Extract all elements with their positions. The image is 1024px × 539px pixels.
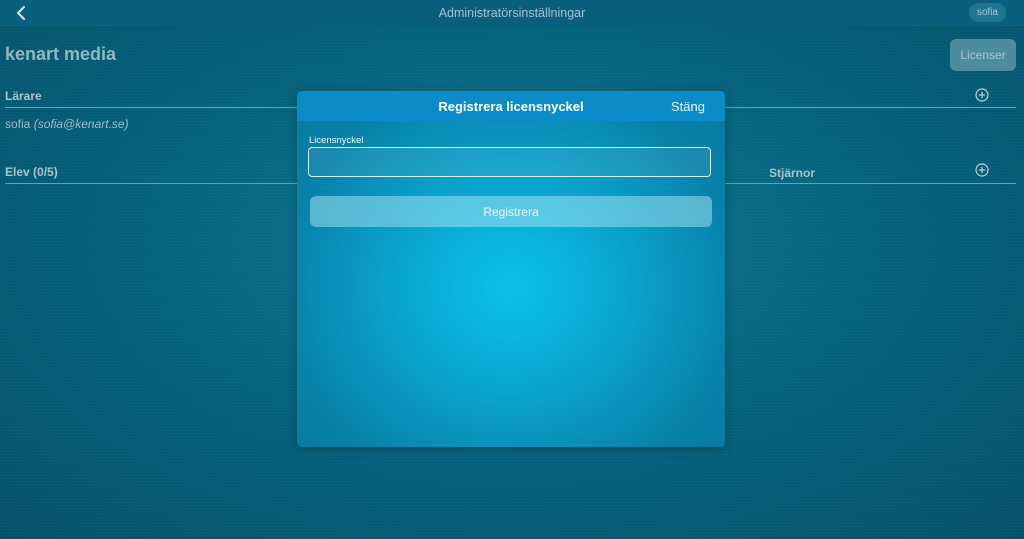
register-button[interactable]: Registrera xyxy=(310,196,712,227)
teachers-header-label: Lärare xyxy=(5,89,42,103)
user-badge[interactable]: sofia xyxy=(968,3,1006,22)
dialog-title: Registrera licensnyckel xyxy=(438,98,584,114)
licenses-button[interactable]: Licenser xyxy=(950,39,1016,71)
chevron-left-icon xyxy=(16,5,26,21)
page-title: Administratörsinställningar xyxy=(438,6,586,20)
dialog-header: Registrera licensnyckel Stäng xyxy=(297,91,725,121)
top-bar: Administratörsinställningar sofia xyxy=(0,0,1024,26)
license-key-label: Licensnyckel xyxy=(309,135,364,146)
organization-name: kenart media xyxy=(5,44,117,64)
teacher-email: (sofia@kenart.se) xyxy=(33,117,129,131)
back-button[interactable] xyxy=(10,2,32,24)
teacher-name: sofia xyxy=(5,117,31,131)
stars-column-label: Stjärnor xyxy=(769,166,816,180)
students-header-label: Elev (0/5) xyxy=(5,165,58,179)
add-student-icon[interactable] xyxy=(975,163,989,177)
close-button[interactable]: Stäng xyxy=(671,99,705,114)
register-license-dialog: Registrera licensnyckel Stäng Licensnyck… xyxy=(297,91,725,447)
teacher-list-item[interactable]: sofia (sofia@kenart.se) xyxy=(5,117,129,131)
add-teacher-icon[interactable] xyxy=(975,88,989,102)
license-key-input[interactable] xyxy=(308,147,711,177)
